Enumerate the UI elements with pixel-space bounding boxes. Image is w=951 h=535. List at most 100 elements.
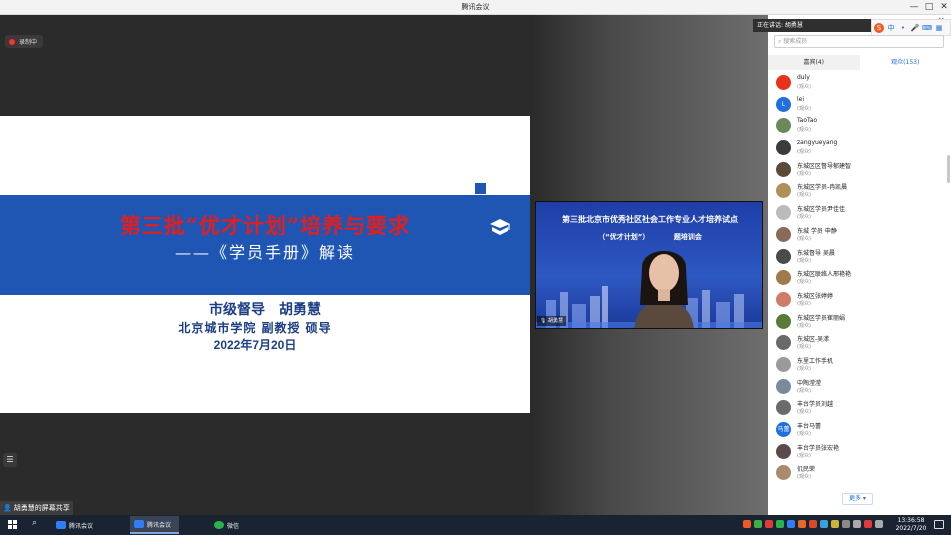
tab-audience[interactable]: 观众(153) [860, 55, 951, 70]
member-role: (观众) [797, 474, 811, 481]
avatar [776, 248, 791, 264]
member-list: duly (观众) Llei (观众) TaoTao (观众) zangyueyang (观众… [768, 72, 951, 484]
speaker-video[interactable]: 第三批北京市优秀社区社会工作专业人才培养试点 （“优才计划”） 题培训会 🎙 胡… [535, 201, 763, 329]
member-role: (观众) [797, 279, 811, 286]
ime-grid-icon[interactable]: ▦ [934, 23, 944, 33]
tray-app-icon[interactable] [754, 520, 762, 528]
tencent-meeting-icon [134, 520, 144, 528]
taskbar-app-meeting-1[interactable]: 腾讯会议 [52, 516, 101, 534]
avatar [776, 205, 791, 221]
maximize-button[interactable]: □ [922, 1, 936, 13]
member-role: (观众) [797, 322, 811, 329]
tray-app-icon[interactable] [864, 520, 872, 528]
avatar [776, 313, 791, 329]
recording-label: 录制中 [19, 39, 38, 46]
sogou-tray-icon[interactable] [743, 520, 751, 528]
member-role: (观众) [797, 149, 811, 156]
member-name: 丰台马蕾 [797, 423, 822, 430]
member-list-item[interactable]: 东城区区督导郁建智 (观众) [768, 159, 951, 181]
member-list-item[interactable]: TaoTao (观众) [768, 115, 951, 137]
tray-app-icon[interactable] [809, 520, 817, 528]
tray-app-icon[interactable] [820, 520, 828, 528]
app-window: 腾讯会议 — □ ✕ 录制中 第三批“优才计划”培养与要求 ——《学员手册》解读… [0, 0, 951, 535]
member-role: (观众) [797, 409, 811, 416]
tray-app-icon[interactable] [798, 520, 806, 528]
member-list-item[interactable]: 东城区学员-冉凯晨 (观众) [768, 180, 951, 202]
ime-chinese-icon[interactable]: 中 [886, 23, 896, 33]
member-list-item[interactable]: 东城区-吴潆 (观众) [768, 332, 951, 354]
member-list-item[interactable]: duly (观众) [768, 72, 951, 94]
member-name: TaoTao [797, 117, 818, 125]
member-name: 东城区学员-冉凯晨 [797, 184, 848, 192]
member-list-item[interactable]: 丰台学员刘越 (观众) [768, 397, 951, 419]
member-name: zangyueyang [797, 139, 838, 147]
member-name: 丰台学员刘越 [797, 401, 834, 409]
member-list-item[interactable]: 东城区张婷婷 (观众) [768, 289, 951, 311]
ime-mic-icon[interactable]: 🎤 [910, 23, 920, 33]
member-name: 东城区学员崔丽娟 [797, 314, 846, 322]
member-role: (观众) [797, 214, 811, 221]
member-list-item[interactable]: 东城督导 吴晨 (观众) [768, 246, 951, 268]
member-role: (观众) [797, 431, 811, 437]
search-icon: ⌕ [778, 38, 782, 45]
taskbar-search-icon[interactable]: ⌕ [32, 518, 37, 528]
member-name: 东城区学员尹佳佳 [797, 206, 846, 214]
meeting-tray-icon[interactable] [787, 520, 795, 528]
ime-toolbar[interactable]: S 中 • 🎤 ⌨ ▦ [871, 19, 951, 36]
member-list-scrollbar[interactable] [947, 155, 950, 183]
windows-start-icon[interactable] [8, 520, 17, 529]
ime-punctuation-icon[interactable]: • [898, 23, 908, 33]
member-panel: 正在讲话: 胡勇慧 ··· ✕ S 中 • 🎤 ⌨ ▦ ⌕ 搜索成员 嘉宾(4)… [753, 15, 951, 515]
slide-subtitle: ——《学员手册》解读 [174, 243, 355, 262]
member-list-item[interactable]: 丰台学员张宏艳 (观众) [768, 441, 951, 463]
ime-keyboard-icon[interactable]: ⌨ [922, 23, 932, 33]
taskbar-clock[interactable]: 13:36:58 2022/7/20 [893, 517, 929, 533]
close-button[interactable]: ✕ [937, 1, 951, 13]
volume-icon[interactable] [853, 520, 861, 528]
taskbar-app-meeting-2[interactable]: 腾讯会议 [130, 516, 180, 534]
speaking-indicator: 正在讲话: 胡勇慧 [753, 19, 871, 32]
microphone-icon: 🎙 [540, 318, 547, 324]
member-list-item[interactable]: 东城区学员崔丽娟 (观众) [768, 311, 951, 333]
member-list-item[interactable]: 东城区学员尹佳佳 (观众) [768, 202, 951, 224]
tray-app-icon[interactable] [831, 520, 839, 528]
avatar [776, 335, 791, 351]
member-role: (观众) [797, 344, 811, 351]
member-name: 仉民荣 [797, 466, 816, 474]
member-role: (观众) [797, 235, 811, 242]
member-list-item[interactable]: Llei (观众) [768, 94, 951, 116]
tray-app-icon[interactable] [765, 520, 773, 528]
member-list-item[interactable]: zangyueyang (观众) [768, 137, 951, 159]
clock-date: 2022/7/20 [895, 525, 927, 532]
more-members-button[interactable]: 更多 ▾ [842, 493, 873, 505]
member-list-item[interactable]: 中陶滢滢 (观众) [768, 376, 951, 398]
tab-guests[interactable]: 嘉宾(4) [768, 55, 860, 70]
member-list-item[interactable]: 东城区联络人邢艳艳 (观众) [768, 267, 951, 289]
speaker-person [634, 251, 694, 328]
recording-indicator[interactable]: 录制中 [5, 35, 44, 48]
minimize-button[interactable]: — [907, 1, 921, 13]
member-search-input[interactable]: ⌕ 搜索成员 [774, 35, 944, 48]
member-role: (观众) [797, 127, 811, 134]
battery-icon[interactable] [842, 520, 850, 528]
network-icon[interactable] [875, 520, 883, 528]
member-list-item[interactable]: 东里工作手机 (观众) [768, 354, 951, 376]
notification-icon[interactable] [934, 520, 944, 529]
taskbar-app-label: 微信 [227, 522, 240, 530]
member-list-item[interactable]: 仉民荣 (观众) [768, 462, 951, 484]
member-role: (观众) [797, 300, 811, 307]
avatar [776, 75, 791, 90]
share-stage: 录制中 第三批“优才计划”培养与要求 ——《学员手册》解读 市级督导 胡勇慧 北… [0, 15, 768, 515]
member-list-item[interactable]: 东城 学员 申静 (观众) [768, 224, 951, 246]
member-name: 东里工作手机 [797, 357, 834, 365]
member-role: (观众) [797, 192, 811, 199]
video-speaker-name: 胡勇慧 [547, 318, 563, 324]
menu-list-icon[interactable]: ☰ [3, 453, 17, 467]
member-list-item[interactable]: 马蕾 丰台马蕾 (观众) [768, 419, 951, 441]
taskbar-app-wechat[interactable]: 微信 [210, 516, 247, 534]
avatar [776, 140, 791, 156]
video-name-tag: 🎙 胡勇慧 [537, 316, 566, 326]
member-name: 东城区联络人邢艳艳 [797, 271, 852, 279]
wechat-tray-icon[interactable] [776, 520, 784, 528]
member-name: duly [797, 74, 810, 81]
